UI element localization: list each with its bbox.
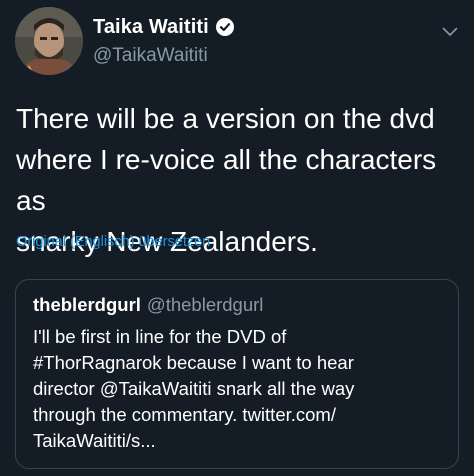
quoted-tweet-text: I'll be first in line for the DVD of #Th… bbox=[33, 324, 443, 454]
author-block: Taika Waititi @TaikaWaititi bbox=[93, 15, 234, 67]
quoted-author-handle: @theblerdgurl bbox=[146, 294, 264, 315]
author-display-name[interactable]: Taika Waititi bbox=[93, 16, 209, 39]
quoted-text-line: I'll be first in line for the DVD of bbox=[33, 326, 287, 347]
quoted-text-line: TaikaWaititi/s... bbox=[33, 430, 156, 451]
avatar[interactable] bbox=[15, 7, 83, 75]
quoted-author-name: theblerdgurl bbox=[33, 294, 141, 315]
verified-badge-icon bbox=[215, 18, 234, 36]
translate-link[interactable]: Original (Englisch) übersetzen bbox=[16, 234, 210, 250]
tweet-text-line: where I re-voice all the characters as bbox=[16, 144, 437, 216]
profile-photo-icon bbox=[15, 7, 83, 75]
tweet-card: Taika Waititi @TaikaWaititi There will b… bbox=[0, 0, 474, 476]
quoted-tweet[interactable]: theblerdgurl @theblerdgurl I'll be first … bbox=[15, 279, 459, 469]
author-handle[interactable]: @TaikaWaititi bbox=[93, 45, 234, 67]
chevron-down-icon[interactable] bbox=[442, 24, 458, 36]
quoted-tweet-header: theblerdgurl @theblerdgurl bbox=[33, 294, 263, 316]
quoted-text-line: through the commentary. twitter.com/ bbox=[33, 404, 336, 425]
quoted-text-line: director @TaikaWaititi snark all the way bbox=[33, 378, 355, 399]
quoted-text-line: #ThorRagnarok because I want to hear bbox=[33, 352, 354, 373]
tweet-text-line: There will be a version on the dvd bbox=[16, 103, 435, 134]
author-name-row: Taika Waititi bbox=[93, 15, 234, 39]
